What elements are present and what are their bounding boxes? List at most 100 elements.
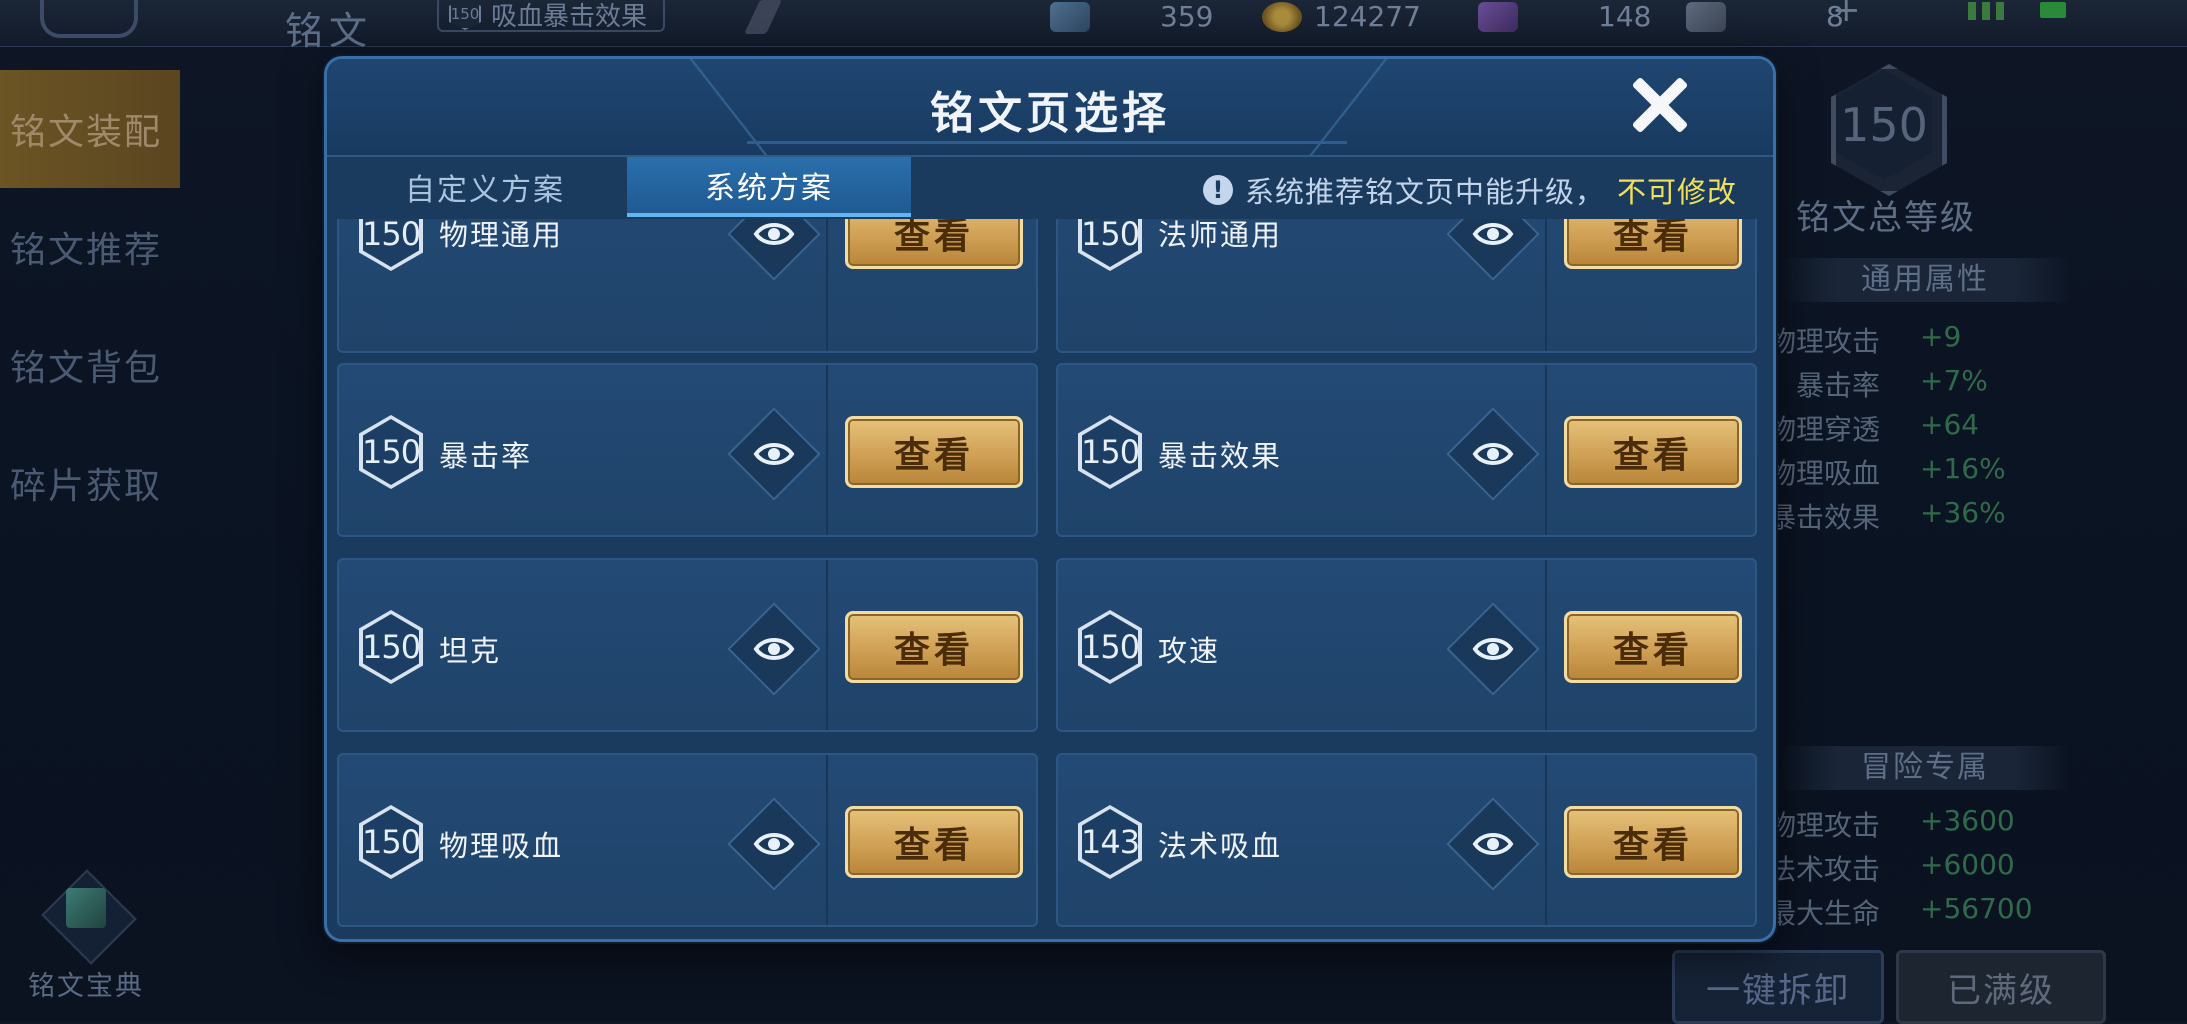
rune-page-card[interactable]: 143 法术吸血 查看 [1056, 753, 1757, 927]
view-button[interactable]: 查看 [1564, 611, 1742, 683]
maxed-button[interactable]: 已满级 [1896, 950, 2106, 1024]
page-level: 143 [1082, 809, 1138, 875]
plus-icon[interactable]: + [1832, 0, 1866, 27]
signal-icon [1968, 2, 2008, 20]
eye-icon [753, 638, 795, 660]
preview-button[interactable] [727, 602, 821, 696]
page-name: 物理通用 [439, 219, 564, 252]
page-name: 坦克 [439, 634, 502, 668]
level-badge: 150 [449, 0, 481, 30]
stat-row: 物理吸血 +16% [1760, 452, 2100, 492]
coin-icon [1262, 1, 1302, 32]
divider [826, 365, 828, 535]
rune-page-card[interactable]: 150 物理吸血 查看 [337, 753, 1038, 927]
view-button[interactable]: 查看 [1564, 806, 1742, 878]
preview-button[interactable] [1446, 797, 1540, 891]
rune-page-card[interactable]: 150 暴击效果 查看 [1056, 363, 1757, 537]
rune-page-card[interactable]: 150 暴击率 查看 [337, 363, 1038, 537]
divider [826, 219, 828, 351]
back-button[interactable] [40, 0, 138, 38]
sidenav-item-equip[interactable]: 铭文装配 [0, 70, 180, 188]
stat-value: +9 [1920, 320, 1962, 353]
preview-button[interactable] [727, 797, 821, 891]
level-hex: 150 [359, 415, 423, 489]
tab-system[interactable]: 系统方案 [627, 157, 911, 217]
rune-page-card[interactable]: 150 攻速 查看 [1056, 558, 1757, 732]
dialog-header: 铭文页选择 [327, 59, 1773, 157]
rune-page-card[interactable]: 150 物理通用 查看 [337, 219, 1038, 353]
view-button[interactable]: 查看 [1564, 219, 1742, 269]
adventure-stats-header: 冒险专属 [1780, 746, 2070, 790]
page-name: 物理吸血 [439, 829, 564, 863]
dialog-title: 铭文页选择 [930, 88, 1170, 139]
battery-icon [2040, 2, 2066, 18]
sidenav-item-backpack[interactable]: 铭文背包 [0, 306, 180, 424]
view-button[interactable]: 查看 [845, 219, 1023, 269]
current-page-chip[interactable]: 150 吸血暴击效果 [437, 0, 666, 32]
level-hex: 150 [359, 610, 423, 684]
stat-value: +3600 [1920, 804, 2015, 837]
eye-icon [1472, 223, 1514, 245]
preview-button[interactable] [727, 219, 821, 281]
rune-page-card[interactable]: 150 坦克 查看 [337, 558, 1038, 732]
page-level: 150 [363, 419, 419, 485]
stat-row: 暴击效果 +36% [1760, 496, 2100, 536]
stat-value: +56700 [1920, 892, 2033, 925]
stat-name: 物理攻击 [1767, 325, 1880, 358]
view-button[interactable]: 查看 [845, 416, 1023, 488]
notice-warning: 不可修改 [1616, 175, 1737, 209]
stat-row: 最大生命 +56700 [1760, 892, 2100, 932]
stat-value: +64 [1920, 408, 1980, 441]
preview-button[interactable] [1446, 407, 1540, 501]
preview-button[interactable] [1446, 602, 1540, 696]
tab-bar: 自定义方案 系统方案 ! 系统推荐铭文页中能升级， 不可修改 [327, 157, 1773, 217]
preview-button[interactable] [1446, 219, 1540, 281]
stat-row: 物理攻击 +9 [1760, 320, 2100, 360]
view-button[interactable]: 查看 [1564, 416, 1742, 488]
eye-icon [1472, 638, 1514, 660]
page-level: 150 [1082, 219, 1138, 267]
page-name: 暴击率 [439, 439, 533, 473]
library-label[interactable]: 铭文宝典 [28, 964, 144, 1003]
purple-crystal-icon [1478, 1, 1518, 32]
rune-page-list[interactable]: 150 物理通用 查看 150 法师通用 查看 150 暴击率 查看 150 暴… [337, 219, 1763, 935]
sidenav-item-fragments[interactable]: 碎片获取 [0, 424, 180, 542]
rune-page-select-dialog: 铭文页选择 自定义方案 系统方案 ! 系统推荐铭文页中能升级， 不可修改 150… [324, 56, 1776, 942]
close-icon[interactable] [1627, 73, 1691, 137]
stat-row: 暴击率 +7% [1760, 364, 2100, 404]
eye-icon [753, 223, 795, 245]
tab-custom[interactable]: 自定义方案 [345, 157, 625, 217]
page-name: 法术吸血 [1158, 829, 1283, 863]
gem-icon [1050, 1, 1090, 32]
stat-value: +16% [1920, 452, 2006, 485]
page-level: 150 [363, 809, 419, 875]
level-hex: 150 [1078, 219, 1142, 271]
purple-crystal-resource: 148 [1478, 0, 1651, 33]
eye-icon [1472, 833, 1514, 855]
divider [826, 560, 828, 730]
level-hex: 143 [1078, 805, 1142, 879]
header-line [747, 141, 1347, 144]
stat-name: 物理攻击 [1767, 809, 1880, 842]
edit-icon[interactable] [744, 0, 782, 34]
current-page-name: 吸血暴击效果 [491, 1, 648, 32]
divider [1545, 365, 1547, 535]
eye-icon [753, 833, 795, 855]
dismantle-all-button[interactable]: 一键拆卸 [1672, 950, 1884, 1024]
stat-row: 物理穿透 +64 [1760, 408, 2100, 448]
general-stats-header: 通用属性 [1780, 258, 2070, 302]
preview-button[interactable] [727, 407, 821, 501]
notice-text: 系统推荐铭文页中能升级， [1244, 175, 1605, 209]
sidenav-item-recommend[interactable]: 铭文推荐 [0, 188, 180, 306]
page-level: 150 [363, 219, 419, 267]
stat-name: 物理吸血 [1767, 457, 1880, 490]
rune-page-card[interactable]: 150 法师通用 查看 [1056, 219, 1757, 353]
total-level-label: 铭文总等级 [1796, 198, 1976, 238]
voucher-resource: 8 [1686, 0, 1844, 33]
view-button[interactable]: 查看 [845, 806, 1023, 878]
divider [1545, 560, 1547, 730]
stat-name: 最大生命 [1767, 897, 1880, 930]
stat-name: 物理穿透 [1767, 413, 1880, 446]
stat-row: 物理攻击 +3600 [1760, 804, 2100, 844]
view-button[interactable]: 查看 [845, 611, 1023, 683]
